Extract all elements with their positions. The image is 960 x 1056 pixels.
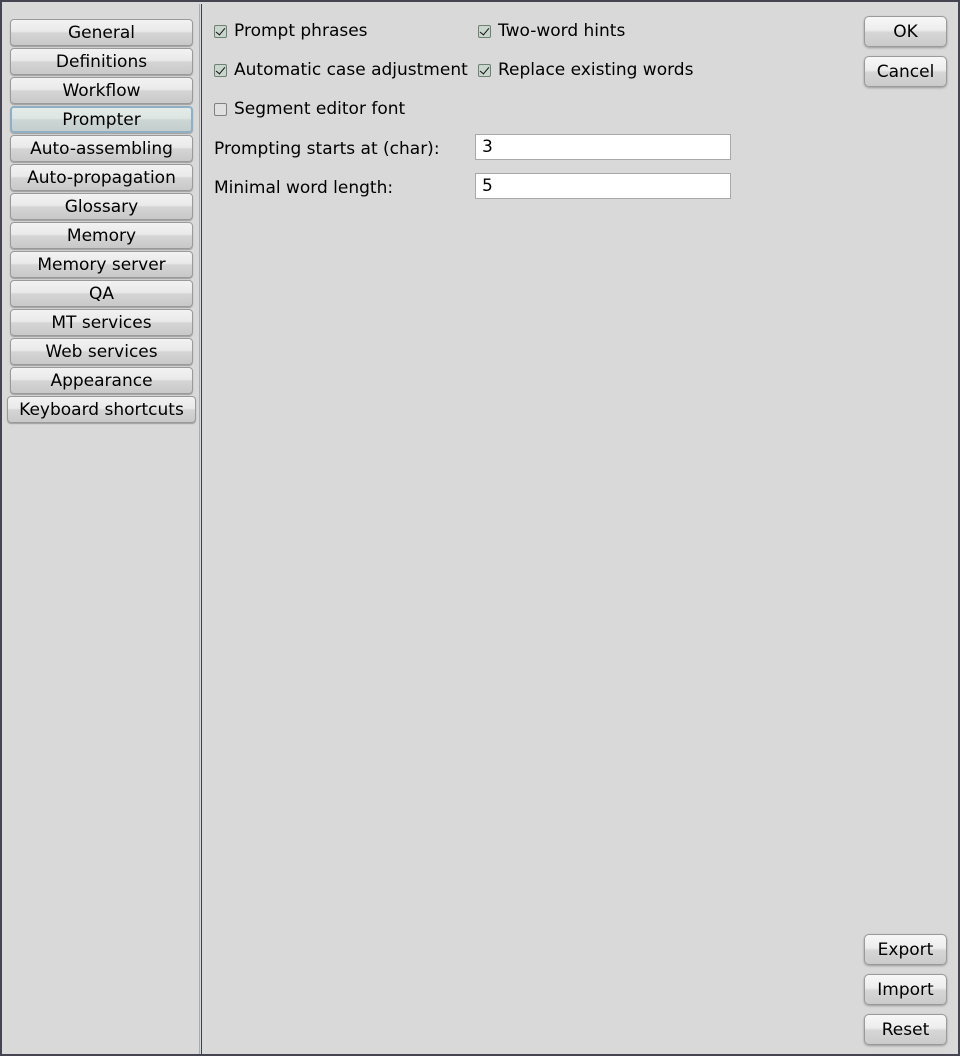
sidebar-item-label: Glossary: [64, 196, 139, 217]
checkbox-indicator-unchecked-icon[interactable]: [214, 103, 227, 116]
sidebar-item-label: Definitions: [55, 51, 148, 72]
checkbox-prompt-phrases[interactable]: Prompt phrases: [214, 23, 368, 40]
sidebar-item-label: Auto-propagation: [27, 167, 176, 188]
checkbox-label: Replace existing words: [498, 60, 694, 80]
splitter-line-light: [199, 4, 200, 1054]
preferences-window: General Definitions Workflow Prompter Au…: [0, 0, 960, 1056]
checkbox-indicator-checked-icon[interactable]: [478, 64, 491, 77]
sidebar-item-workflow[interactable]: Workflow: [10, 77, 193, 104]
checkbox-indicator-checked-icon[interactable]: [214, 25, 227, 38]
sidebar-item-glossary[interactable]: Glossary: [10, 193, 193, 220]
sidebar-item-keyboard-shortcuts[interactable]: Keyboard shortcuts: [7, 396, 196, 423]
checkbox-label: Automatic case adjustment: [234, 60, 468, 80]
sidebar-item-label: Workflow: [62, 80, 141, 101]
sidebar-item-label: QA: [88, 283, 114, 304]
sidebar-item-appearance[interactable]: Appearance: [10, 367, 193, 394]
sidebar-item-label: MT services: [51, 312, 152, 333]
checkbox-automatic-case-adjustment[interactable]: Automatic case adjustment: [214, 62, 468, 79]
sidebar-item-mt-services[interactable]: MT services: [10, 309, 193, 336]
prompter-settings-panel: Prompt phrases Two-word hints Automatic …: [203, 4, 958, 1054]
sidebar-item-memory-server[interactable]: Memory server: [10, 251, 193, 278]
sidebar-item-label: Keyboard shortcuts: [19, 399, 184, 420]
export-button[interactable]: Export: [864, 934, 947, 965]
checkbox-label: Segment editor font: [234, 99, 406, 119]
sidebar-item-label: Memory server: [37, 254, 166, 275]
sidebar-item-label: General: [68, 22, 135, 43]
reset-button[interactable]: Reset: [864, 1014, 947, 1045]
settings-category-sidebar: General Definitions Workflow Prompter Au…: [4, 4, 197, 1054]
sidebar-item-label: Web services: [45, 341, 158, 362]
minimal-word-length-label: Minimal word length:: [214, 178, 394, 198]
sidebar-item-qa[interactable]: QA: [10, 280, 193, 307]
checkbox-two-word-hints[interactable]: Two-word hints: [478, 23, 625, 40]
sidebar-item-web-services[interactable]: Web services: [10, 338, 193, 365]
sidebar-item-prompter[interactable]: Prompter: [10, 106, 193, 133]
checkbox-indicator-checked-icon[interactable]: [478, 25, 491, 38]
checkbox-label: Two-word hints: [498, 21, 626, 41]
checkbox-segment-editor-font[interactable]: Segment editor font: [214, 101, 405, 118]
checkbox-label: Prompt phrases: [234, 21, 368, 41]
minimal-word-length-input[interactable]: 5: [475, 173, 731, 199]
ok-button[interactable]: OK: [864, 16, 947, 47]
sidebar-item-auto-propagation[interactable]: Auto-propagation: [10, 164, 193, 191]
prompting-starts-at-label: Prompting starts at (char):: [214, 139, 440, 159]
cancel-button[interactable]: Cancel: [864, 56, 947, 87]
sidebar-item-definitions[interactable]: Definitions: [10, 48, 193, 75]
sidebar-item-auto-assembling[interactable]: Auto-assembling: [10, 135, 193, 162]
sidebar-item-memory[interactable]: Memory: [10, 222, 193, 249]
checkbox-replace-existing-words[interactable]: Replace existing words: [478, 62, 693, 79]
sidebar-item-label: Memory: [66, 225, 137, 246]
checkbox-indicator-checked-icon[interactable]: [214, 64, 227, 77]
sidebar-item-general[interactable]: General: [10, 19, 193, 46]
sidebar-item-label: Auto-assembling: [30, 138, 173, 159]
sidebar-item-label: Prompter: [62, 109, 141, 130]
sidebar-item-label: Appearance: [50, 370, 153, 391]
import-button[interactable]: Import: [864, 974, 947, 1005]
prompting-starts-at-input[interactable]: 3: [475, 134, 731, 160]
splitter-line-dark: [201, 4, 202, 1054]
